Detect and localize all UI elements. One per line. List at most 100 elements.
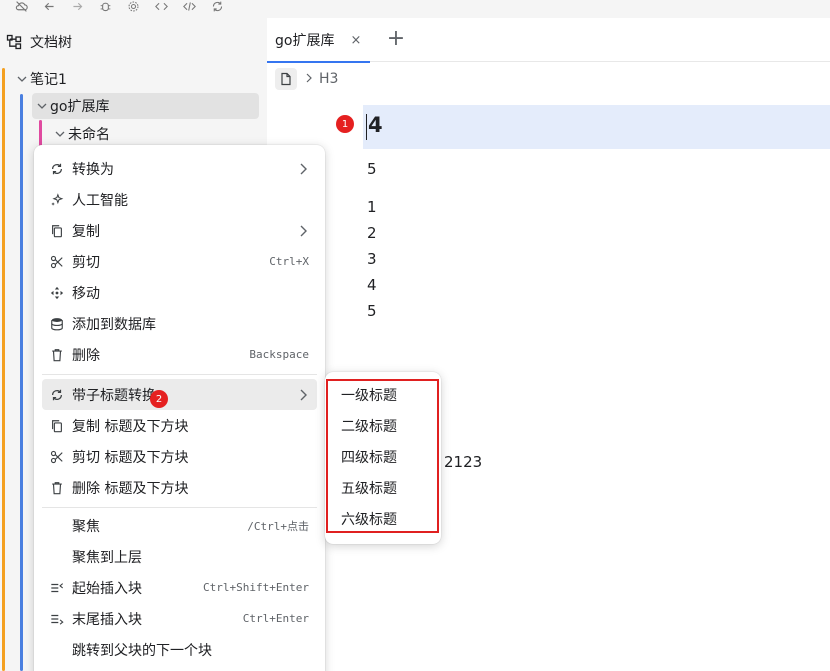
annotation-outline (326, 379, 439, 533)
move-icon (49, 285, 65, 301)
chevron-right-icon (299, 389, 307, 401)
code-alt-icon[interactable] (182, 0, 196, 13)
sync-icon (49, 161, 65, 177)
sync-icon (49, 387, 65, 403)
copy-icon (49, 418, 65, 434)
tree-guide-orange (2, 68, 5, 671)
insert-before-icon (49, 580, 65, 596)
code-icon[interactable] (154, 0, 168, 13)
tree-guide-blue (20, 94, 23, 671)
scissors-icon (49, 449, 65, 465)
tab-go-library[interactable]: go扩展库 × (267, 18, 370, 63)
menu-item-label: 聚焦到上层 (72, 549, 142, 566)
menu-item-cut[interactable]: 剪切 Ctrl+X (42, 246, 317, 277)
menu-item-label: 删除 标题及下方块 (72, 480, 189, 497)
paragraph-block[interactable]: 2123 (444, 453, 482, 471)
paragraph-block[interactable]: 5 (367, 160, 377, 178)
document-icon[interactable] (275, 68, 297, 90)
trash-icon (49, 480, 65, 496)
menu-item-shortcut: Ctrl+Shift+Enter (203, 581, 309, 594)
menu-item-label: 复制 (72, 223, 100, 240)
trash-icon (49, 347, 65, 363)
menu-item-label: 人工智能 (72, 192, 128, 209)
menu-item-label: 剪切 标题及下方块 (72, 449, 189, 466)
sidebar-header: 文档树 (0, 30, 72, 54)
tab-label: go扩展库 (275, 33, 335, 49)
bug-icon[interactable] (98, 0, 112, 13)
menu-item-delete-heading-and-below[interactable]: 删除 标题及下方块 (42, 472, 317, 503)
heading-block[interactable]: 4 (368, 113, 383, 137)
tree-item-notebook[interactable]: 笔记1 (16, 66, 256, 92)
context-menu: 转换为 人工智能 复制 剪切 Ctrl+X 移动 添加到数据库 删除 Backs… (34, 145, 325, 671)
insert-after-icon (49, 611, 65, 627)
menu-item-label: 转换为 (72, 161, 114, 178)
menu-item-shortcut: /Ctrl+点击 (247, 519, 309, 533)
breadcrumb: H3 (275, 66, 338, 92)
menu-item-label: 复制 标题及下方块 (72, 418, 189, 435)
menu-item-label: 移动 (72, 285, 100, 302)
copy-icon (49, 223, 65, 239)
list-item[interactable]: 1 (367, 198, 377, 216)
menu-item-move[interactable]: 移动 (42, 277, 317, 308)
top-toolbar (0, 0, 830, 18)
menu-item-label: 带子标题转换 (72, 387, 156, 404)
menu-item-focus[interactable]: 聚焦 /Ctrl+点击 (42, 510, 317, 541)
tree-item-label: go扩展库 (50, 99, 110, 115)
menu-item-insert-at-end[interactable]: 末尾插入块 Ctrl+Enter (42, 603, 317, 634)
menu-item-ai[interactable]: 人工智能 (42, 184, 317, 215)
chevron-down-icon[interactable] (16, 73, 28, 85)
chevron-right-icon (305, 72, 313, 86)
selected-block-highlight[interactable] (363, 105, 830, 149)
menu-item-insert-at-start[interactable]: 起始插入块 Ctrl+Shift+Enter (42, 572, 317, 603)
menu-item-label: 跳转到父块的下一个块 (72, 642, 212, 659)
tree-item-go-library[interactable]: go扩展库 (32, 93, 259, 119)
list-item[interactable]: 5 (367, 302, 377, 320)
menu-item-copy-heading-and-below[interactable]: 复制 标题及下方块 (42, 410, 317, 441)
active-tab-indicator (267, 61, 370, 63)
menu-item-delete[interactable]: 删除 Backspace (42, 339, 317, 370)
sparkle-icon (49, 192, 65, 208)
back-icon[interactable] (42, 0, 56, 13)
tree-item-label: 未命名 (68, 127, 110, 143)
breadcrumb-heading[interactable]: H3 (319, 71, 338, 87)
menu-separator (42, 374, 317, 375)
database-icon (49, 316, 65, 332)
add-tab-button[interactable]: + (385, 28, 407, 50)
menu-item-convert-with-subheadings[interactable]: 带子标题转换 (42, 379, 317, 410)
chevron-down-icon[interactable] (54, 128, 66, 140)
chevron-down-icon[interactable] (36, 100, 48, 112)
chevron-right-icon (299, 225, 307, 237)
list-item[interactable]: 2 (367, 224, 377, 242)
tree-item-untitled[interactable]: 未命名 (54, 121, 254, 147)
list-item[interactable]: 3 (367, 250, 377, 268)
cloud-icon[interactable] (14, 0, 28, 13)
tab-bar: go扩展库 × + (267, 18, 830, 63)
menu-item-cut-heading-and-below[interactable]: 剪切 标题及下方块 (42, 441, 317, 472)
list-item[interactable]: 4 (367, 276, 377, 294)
step-badge-2: 2 (150, 390, 168, 408)
menu-item-copy[interactable]: 复制 (42, 215, 317, 246)
text-caret (366, 114, 367, 140)
menu-item-focus-parent[interactable]: 聚焦到上层 (42, 541, 317, 572)
chevron-right-icon (299, 163, 307, 175)
menu-item-label: 剪切 (72, 254, 100, 271)
scissors-icon (49, 254, 65, 270)
blank-icon (49, 549, 65, 565)
menu-item-label: 起始插入块 (72, 580, 142, 597)
menu-item-label: 添加到数据库 (72, 316, 156, 333)
document-tree-icon (6, 34, 22, 50)
menu-item-shortcut: Ctrl+X (269, 255, 309, 268)
settings-icon[interactable] (126, 0, 140, 13)
forward-icon[interactable] (70, 0, 84, 13)
menu-item-add-to-database[interactable]: 添加到数据库 (42, 308, 317, 339)
step-badge-1: 1 (336, 115, 354, 133)
close-icon[interactable]: × (350, 33, 361, 48)
sidebar-title: 文档树 (30, 35, 72, 51)
sync-icon[interactable] (210, 0, 224, 13)
menu-item-jump-to-next-of-parent[interactable]: 跳转到父块的下一个块 (42, 634, 317, 665)
menu-item-shortcut: Ctrl+Enter (242, 612, 309, 625)
blank-icon (49, 642, 65, 658)
menu-separator (42, 507, 317, 508)
menu-item-label: 末尾插入块 (72, 611, 142, 628)
menu-item-convert[interactable]: 转换为 (42, 153, 317, 184)
